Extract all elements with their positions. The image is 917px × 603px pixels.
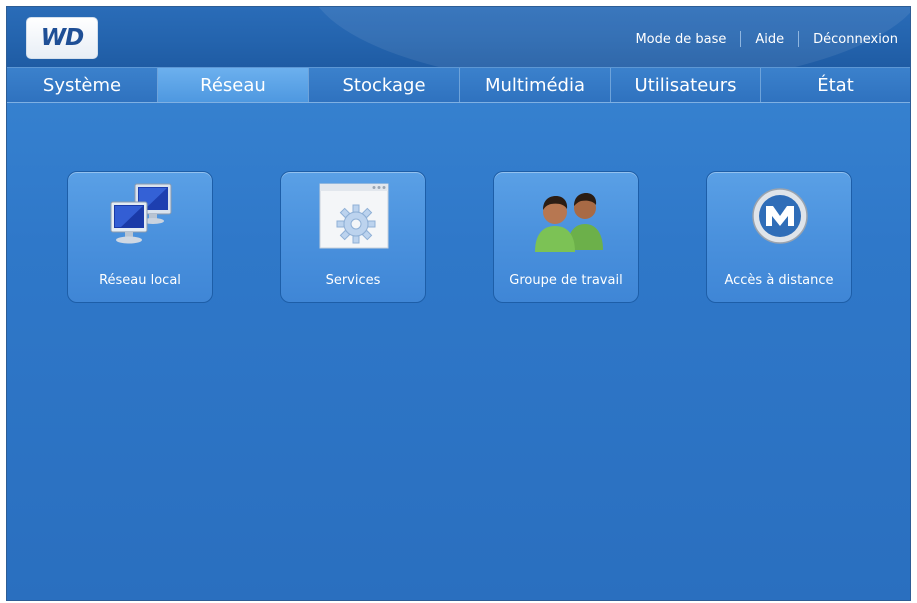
logout-link[interactable]: Déconnexion — [813, 32, 898, 47]
tile-local-network[interactable]: Réseau local — [67, 171, 213, 303]
tab-reseau[interactable]: Réseau — [158, 68, 309, 102]
tile-label: Groupe de travail — [509, 273, 623, 288]
tab-label: Utilisateurs — [634, 74, 737, 96]
app-frame: WD Mode de base Aide Déconnexion Système… — [6, 6, 911, 601]
remote-access-icon — [752, 188, 808, 244]
logo-text: WD — [40, 25, 84, 51]
tab-systeme[interactable]: Système — [7, 68, 158, 102]
header: WD Mode de base Aide Déconnexion — [7, 7, 910, 67]
workgroup-users-icon — [535, 193, 603, 252]
tab-etat[interactable]: État — [761, 68, 910, 102]
tab-label: Stockage — [342, 74, 426, 96]
help-link[interactable]: Aide — [755, 32, 784, 47]
network-computers-icon — [110, 183, 172, 244]
tile-label: Réseau local — [99, 273, 181, 288]
tile-workgroup[interactable]: Groupe de travail — [493, 171, 639, 303]
tab-label: Réseau — [200, 74, 266, 96]
tile-label: Accès à distance — [724, 273, 834, 288]
tile-label: Services — [325, 273, 381, 288]
wd-logo[interactable]: WD — [26, 17, 98, 59]
tile-services[interactable]: Services — [280, 171, 426, 303]
divider — [740, 31, 742, 47]
tab-utilisateurs[interactable]: Utilisateurs — [611, 68, 761, 102]
tab-label: Multimédia — [484, 74, 586, 96]
tab-stockage[interactable]: Stockage — [309, 68, 460, 102]
tab-label: État — [817, 74, 854, 96]
main-nav-tabs: Système Réseau Stockage Multimédia Utili… — [7, 67, 910, 103]
divider — [798, 31, 800, 47]
top-links: Mode de base Aide Déconnexion — [635, 29, 898, 49]
tile-remote-access[interactable]: Accès à distance — [706, 171, 852, 303]
basic-mode-link[interactable]: Mode de base — [635, 32, 726, 47]
services-gear-icon — [319, 183, 389, 249]
tab-multimedia[interactable]: Multimédia — [460, 68, 611, 102]
tab-label: Système — [42, 74, 122, 96]
